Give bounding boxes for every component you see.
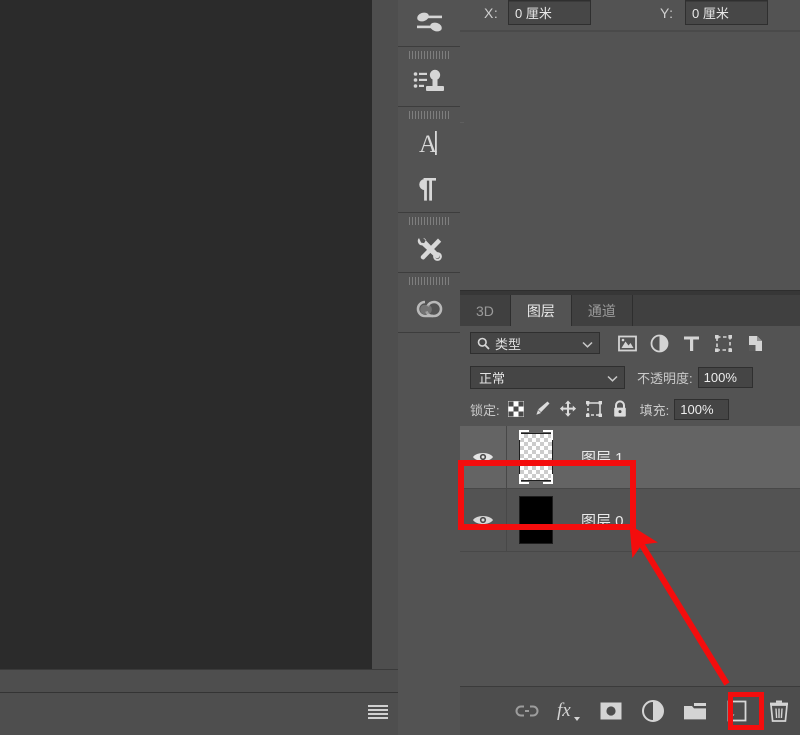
lock-row: 锁定: 填充: 100% — [460, 394, 800, 424]
dock-paragraph-icon[interactable] — [398, 166, 460, 212]
dock-group-cc-libraries — [398, 273, 460, 333]
horizontal-scrollbar-thumb[interactable] — [0, 671, 370, 690]
opacity-input[interactable]: 100% — [697, 366, 753, 388]
tab-channels[interactable]: 通道 — [571, 295, 633, 327]
filter-adjustment-icon[interactable] — [646, 330, 672, 356]
selection-bracket — [519, 474, 529, 484]
layer-thumbnail[interactable] — [507, 426, 565, 488]
layer-thumbnail[interactable] — [507, 489, 565, 551]
dock-group-properties — [398, 0, 460, 47]
black-thumbnail — [519, 496, 553, 544]
eye-icon — [473, 452, 493, 462]
document-canvas[interactable] — [0, 0, 372, 669]
layer-filter-row: 类型 — [460, 326, 800, 360]
dock-grip[interactable] — [409, 277, 449, 285]
layers-panel: 类型 正常 不透明度: 100% 锁定: 填充: 100% 图层 1 图层 0 — [460, 326, 800, 686]
add-layer-mask-icon[interactable] — [590, 691, 632, 731]
filter-shape-icon[interactable] — [710, 330, 736, 356]
svg-text:A: A — [419, 131, 437, 158]
layer-name[interactable]: 图层 0 — [581, 510, 624, 531]
search-icon — [477, 337, 490, 350]
dock-group-tool-presets — [398, 213, 460, 273]
layer-visibility-toggle[interactable] — [460, 426, 507, 488]
panel-menu-icon[interactable] — [368, 705, 388, 719]
tool-options-bar: X: 0 厘米 Y: 0 厘米 — [460, 0, 800, 30]
dock-creative-cloud-libraries-icon[interactable] — [398, 286, 460, 332]
tab-strip-filler — [632, 295, 800, 327]
canvas-status-bar — [0, 692, 398, 735]
blend-mode-select[interactable]: 正常 — [470, 365, 625, 389]
chevron-down-icon — [607, 370, 618, 385]
table-row[interactable]: 图层 1 — [460, 426, 800, 489]
dock-group-type: A — [398, 107, 460, 213]
layer-visibility-toggle[interactable] — [460, 489, 507, 551]
canvas-vertical-scrollbar[interactable] — [372, 0, 399, 669]
filter-pixel-icon[interactable] — [614, 330, 640, 356]
layer-list: 图层 1 图层 0 — [460, 426, 800, 686]
dock-character-icon[interactable]: A — [398, 120, 460, 166]
vertical-scrollbar-thumb[interactable] — [375, 2, 395, 656]
layer-style-fx-icon[interactable]: fx — [548, 691, 590, 731]
dock-grip[interactable] — [409, 217, 449, 225]
dock-clone-source-icon[interactable] — [398, 60, 460, 106]
selection-bracket — [519, 430, 529, 440]
panel-tab-strip: 3D 图层 通道 — [460, 290, 800, 327]
layer-filter-value: 类型 — [495, 336, 522, 352]
blend-mode-row: 正常 不透明度: 100% — [460, 362, 800, 392]
layer-name[interactable]: 图层 1 — [581, 447, 624, 468]
x-coordinate-input[interactable]: 0 厘米 — [508, 0, 591, 25]
y-coordinate-label: Y: — [660, 5, 674, 21]
fill-input[interactable]: 100% — [674, 398, 730, 420]
new-adjustment-layer-icon[interactable] — [632, 691, 674, 731]
right-panel-column: X: 0 厘米 Y: 0 厘米 3D 图层 通道 类型 正常 不透明度: 100… — [460, 0, 800, 735]
empty-panel-region — [460, 32, 800, 311]
opacity-label: 不透明度: — [637, 370, 693, 386]
lock-image-pixels-icon[interactable] — [530, 398, 554, 420]
dock-group-clone-source — [398, 47, 460, 107]
dock-grip[interactable] — [409, 111, 449, 119]
x-coordinate-label: X: — [484, 5, 499, 21]
selection-bracket — [543, 430, 553, 440]
table-row[interactable]: 图层 0 — [460, 489, 800, 552]
lock-artboard-icon[interactable] — [582, 398, 606, 420]
svg-text:fx: fx — [557, 700, 571, 721]
filter-type-icon[interactable] — [678, 330, 704, 356]
dock-properties-icon[interactable] — [398, 0, 460, 46]
layer-filter-type-select[interactable]: 类型 — [470, 332, 600, 354]
tab-3d[interactable]: 3D — [460, 295, 511, 327]
blend-mode-value: 正常 — [479, 370, 506, 386]
fill-label: 填充: — [639, 402, 670, 418]
lock-transparency-icon[interactable] — [504, 398, 528, 420]
lock-all-icon[interactable] — [608, 398, 632, 420]
layers-panel-bottom-toolbar: fx — [460, 686, 800, 735]
filter-smart-object-icon[interactable] — [742, 330, 768, 356]
eye-icon — [473, 515, 493, 525]
chevron-down-icon — [582, 336, 593, 351]
y-coordinate-input[interactable]: 0 厘米 — [685, 0, 768, 25]
lock-label: 锁定: — [470, 402, 500, 418]
selection-bracket — [543, 474, 553, 484]
dock-grip[interactable] — [409, 51, 449, 59]
new-layer-icon[interactable] — [716, 691, 758, 731]
delete-layer-icon[interactable] — [758, 691, 800, 731]
new-group-icon[interactable] — [674, 691, 716, 731]
dock-tool-presets-icon[interactable] — [398, 226, 460, 272]
link-layers-icon[interactable] — [506, 691, 548, 731]
lock-position-icon[interactable] — [556, 398, 580, 420]
collapsed-panel-dock: A — [398, 0, 461, 734]
canvas-horizontal-scrollbar[interactable] — [0, 669, 398, 693]
tab-layers[interactable]: 图层 — [510, 295, 572, 327]
